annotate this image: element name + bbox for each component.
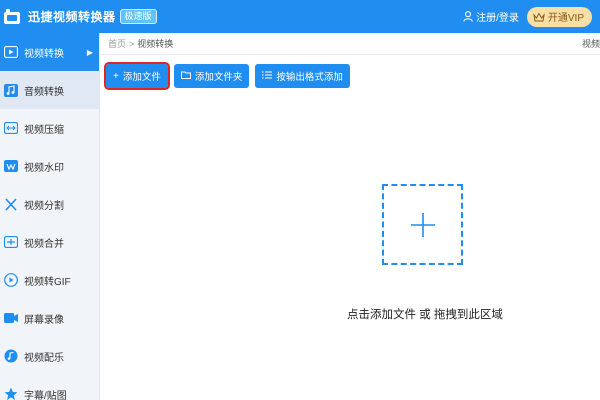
app-title: 迅捷视频转换器 <box>28 10 116 24</box>
video-music-icon <box>3 348 19 364</box>
sidebar-item-label: 字幕/贴图 <box>24 390 67 400</box>
add-by-format-button[interactable]: 按输出格式添加 <box>255 64 350 88</box>
folder-icon <box>180 71 191 82</box>
sidebar-item-video-split[interactable]: 视频分割 <box>0 185 99 223</box>
file-drop-zone[interactable] <box>382 184 463 265</box>
app-logo-icon <box>2 8 22 26</box>
plus-icon: + <box>113 70 119 82</box>
sidebar-item-video-music[interactable]: 视频配乐 <box>0 337 99 375</box>
video-convert-icon <box>3 44 19 60</box>
sidebar-item-label: 音频转换 <box>24 86 64 98</box>
sidebar-item-label: 视频转换 <box>24 48 64 60</box>
breadcrumb-separator: > <box>129 38 135 49</box>
subtitle-sticker-icon <box>3 386 19 400</box>
sidebar-item-screen-record[interactable]: 屏幕录像 <box>0 299 99 337</box>
video-split-icon <box>3 196 19 212</box>
list-icon <box>262 71 273 82</box>
sidebar-item-audio-convert[interactable]: 音频转换 <box>0 71 99 109</box>
sidebar-item-video-convert[interactable]: 视频转换 ▶ <box>0 33 99 71</box>
audio-convert-icon <box>3 82 19 98</box>
add-folder-label: 添加文件夹 <box>194 72 243 83</box>
breadcrumb-current: 视频转换 <box>137 39 174 49</box>
breadcrumb: 首页 > 视频转换 视频 <box>101 33 600 55</box>
sidebar-item-video-to-gif[interactable]: 视频转GIF <box>0 261 99 299</box>
drop-hint-text: 点击添加文件 或 拖拽到此区域 <box>347 309 503 321</box>
sidebar-item-label: 视频配乐 <box>24 352 64 364</box>
sidebar-item-label: 屏幕录像 <box>24 314 64 326</box>
login-register-link[interactable]: 注册/登录 <box>463 9 519 24</box>
plus-icon <box>410 212 435 237</box>
sidebar-item-label: 视频分割 <box>24 200 64 212</box>
video-to-gif-icon <box>3 272 19 288</box>
login-label: 注册/登录 <box>476 13 519 24</box>
user-icon <box>463 11 473 22</box>
open-vip-button[interactable]: 开通VIP <box>526 6 592 27</box>
crown-icon <box>533 11 545 21</box>
video-merge-icon <box>3 234 19 250</box>
sidebar: 视频转换 ▶ 音频转换 视频压缩 视频水印 视频分割 视频合并 视频转GIF 屏… <box>0 33 100 400</box>
add-file-label: 添加文件 <box>122 72 161 83</box>
video-watermark-icon <box>3 158 19 174</box>
sidebar-item-video-compress[interactable]: 视频压缩 <box>0 109 99 147</box>
sidebar-item-label: 视频转GIF <box>24 276 71 288</box>
toolbar: + 添加文件 添加文件夹 按输出格式添加 <box>104 62 356 90</box>
sidebar-item-video-watermark[interactable]: 视频水印 <box>0 147 99 185</box>
add-file-button[interactable]: + 添加文件 <box>104 62 170 90</box>
sidebar-item-subtitle-sticker[interactable]: 字幕/贴图 <box>0 375 99 400</box>
add-folder-button[interactable]: 添加文件夹 <box>173 64 250 88</box>
sidebar-item-label: 视频压缩 <box>24 124 64 136</box>
chevron-right-icon: ▶ <box>86 47 93 57</box>
breadcrumb-right-label: 视频 <box>581 39 600 49</box>
video-compress-icon <box>3 120 19 136</box>
sidebar-item-label: 视频合并 <box>24 238 64 250</box>
sidebar-item-video-merge[interactable]: 视频合并 <box>0 223 99 261</box>
edition-badge: 极速版 <box>119 9 157 24</box>
sidebar-item-label: 视频水印 <box>24 162 64 174</box>
vip-label: 开通VIP <box>547 13 584 24</box>
title-bar: 迅捷视频转换器 极速版 注册/登录 开通VIP <box>0 0 600 33</box>
add-by-format-label: 按输出格式添加 <box>276 72 343 83</box>
screen-record-icon <box>3 310 19 326</box>
breadcrumb-home[interactable]: 首页 <box>108 37 126 50</box>
